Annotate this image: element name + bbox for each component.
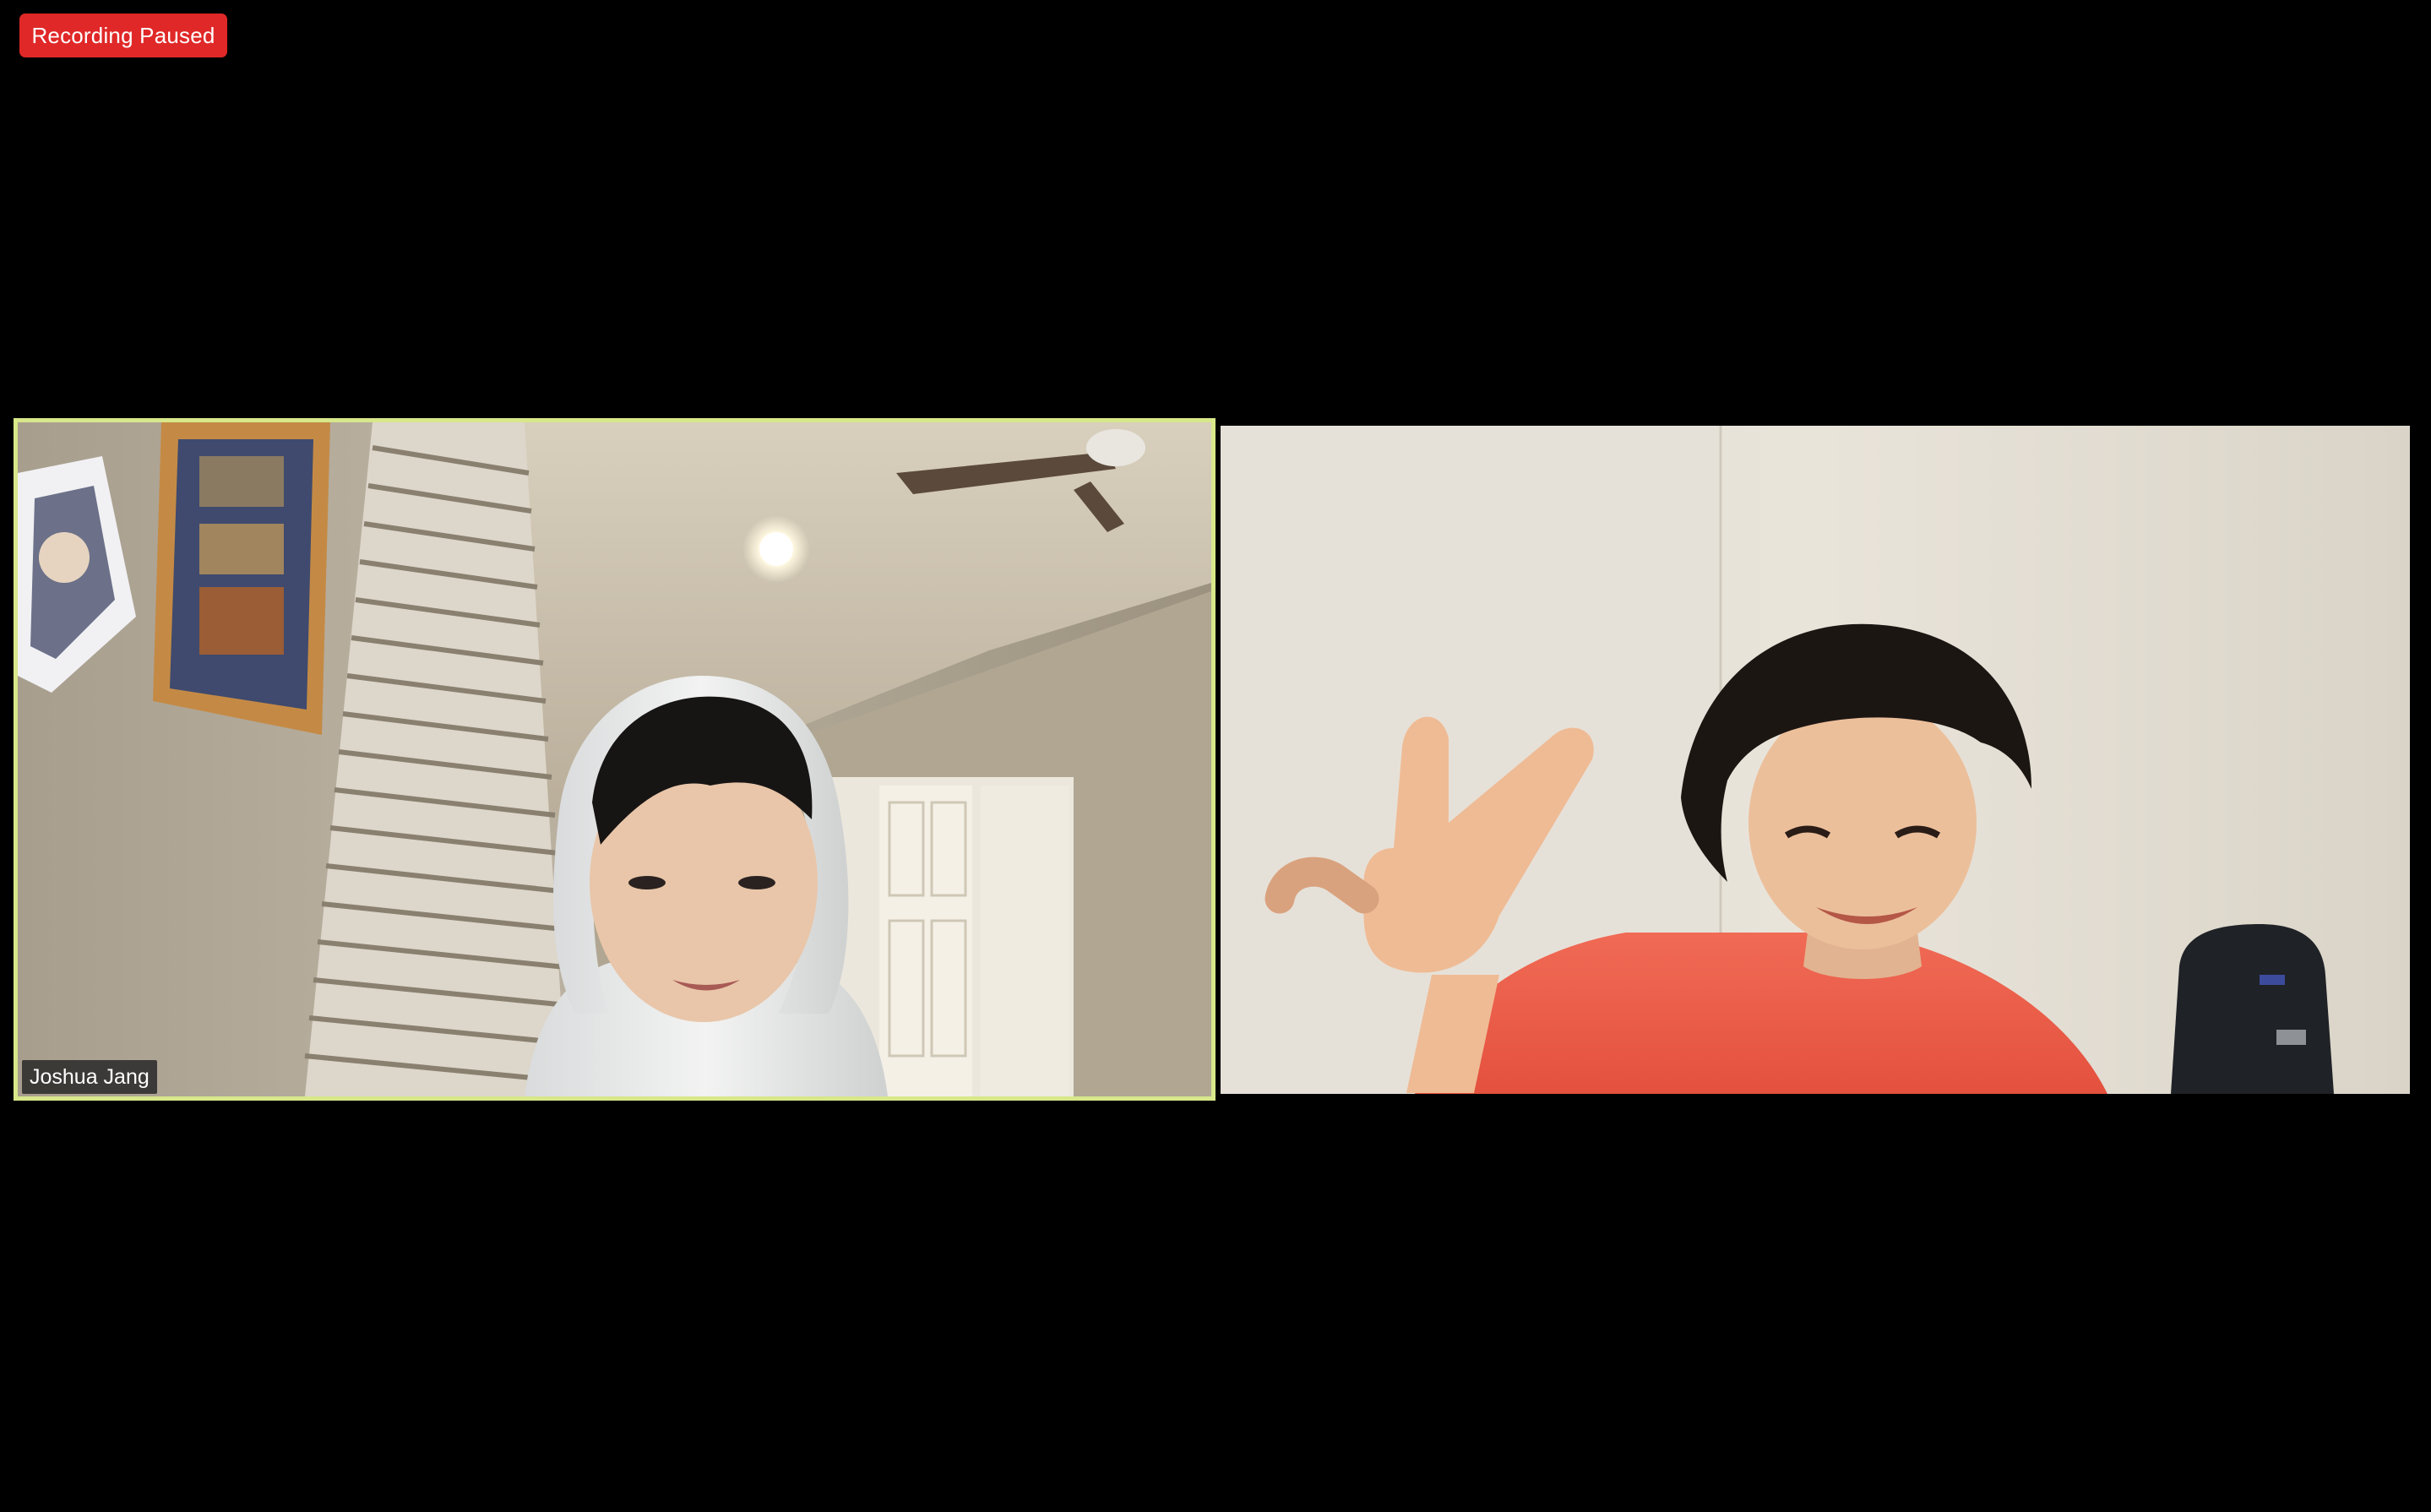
participant-name-label: Joshua Jang [22,1060,157,1094]
recording-paused-badge[interactable]: Recording Paused [19,14,227,57]
video-tile-active-speaker[interactable]: Joshua Jang [14,418,1216,1101]
video-tile-participant[interactable] [1221,426,2410,1094]
participant-video-feed [1221,426,2410,1094]
participant-video-feed [18,422,1211,1096]
meeting-gallery-view: Recording Paused Joshua Jang [0,0,2431,1512]
